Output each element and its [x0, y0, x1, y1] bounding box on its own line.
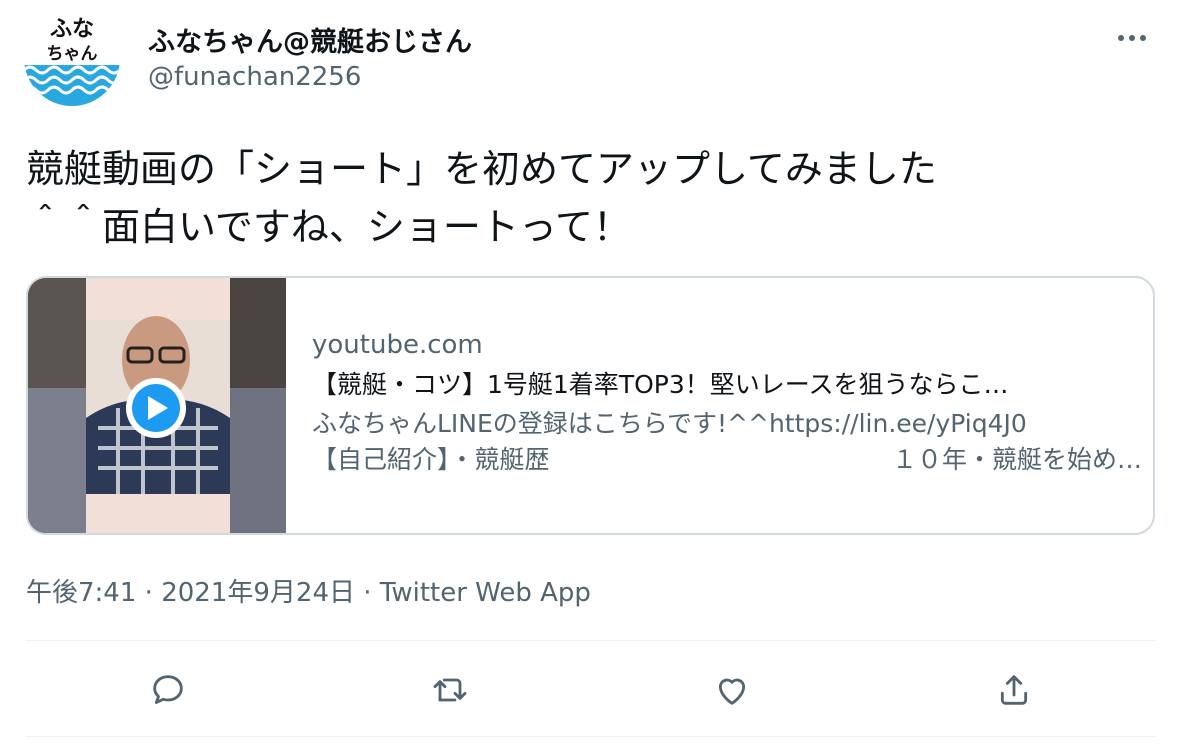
card-title: 【競艇・コツ】1号艇1着率TOP3！堅いレースを狙うならこ…	[312, 370, 1009, 399]
like-button[interactable]	[710, 668, 754, 712]
card-description-left: 【自己紹介】・競艇歴	[312, 445, 550, 474]
divider	[26, 640, 1156, 641]
share-button[interactable]	[992, 668, 1036, 712]
tweet-source[interactable]: Twitter Web App	[380, 578, 591, 608]
separator: ·	[136, 578, 162, 608]
video-thumbnail	[28, 278, 286, 533]
retweet-button[interactable]	[428, 668, 472, 712]
link-preview-card[interactable]: youtube.com 【競艇・コツ】1号艇1着率TOP3！堅いレースを狙うなら…	[26, 276, 1155, 535]
card-body: youtube.com 【競艇・コツ】1号艇1着率TOP3！堅いレースを狙うなら…	[312, 328, 1142, 478]
card-description-right: １０年・競艇を始め…	[891, 445, 1142, 474]
tweet-text: 競艇動画の「ショート」を初めてアップしてみました ＾＾面白いですね、ショートって…	[26, 140, 1146, 256]
card-domain: youtube.com	[312, 330, 483, 360]
tweet-date[interactable]: 2021年9月24日	[161, 578, 355, 608]
divider	[26, 736, 1156, 737]
tweet-text-line: ＾＾面白いですね、ショートって！	[26, 205, 631, 249]
tweet-time[interactable]: 午後7:41	[26, 578, 136, 608]
card-description-line: ふなちゃんLINEの登録はこちらです!^^https://lin.ee/yPiq…	[312, 409, 1027, 438]
more-icon	[1118, 35, 1146, 41]
reply-icon	[153, 675, 183, 704]
share-icon	[1000, 675, 1028, 705]
card-description: ふなちゃんLINEの登録はこちらです!^^https://lin.ee/yPiq…	[312, 406, 1142, 478]
avatar[interactable]: ふな ちゃん	[24, 10, 120, 106]
user-handle[interactable]: @funachan2256	[148, 62, 361, 92]
tweet-metadata: 午後7:41 · 2021年9月24日 · Twitter Web App	[26, 572, 591, 609]
avatar-logo-text: ふな ちゃん	[46, 17, 98, 65]
separator: ·	[354, 578, 380, 608]
retweet-icon	[433, 678, 467, 702]
card-description-line: 【自己紹介】・競艇歴 １０年・競艇を始め…	[312, 442, 1142, 478]
more-options-button[interactable]	[1112, 18, 1152, 58]
tweet-text-line: 競艇動画の「ショート」を初めてアップしてみました	[26, 147, 937, 191]
reply-button[interactable]	[146, 668, 190, 712]
like-icon	[718, 678, 746, 705]
display-name[interactable]: ふなちゃん@競艇おじさん	[148, 20, 472, 59]
